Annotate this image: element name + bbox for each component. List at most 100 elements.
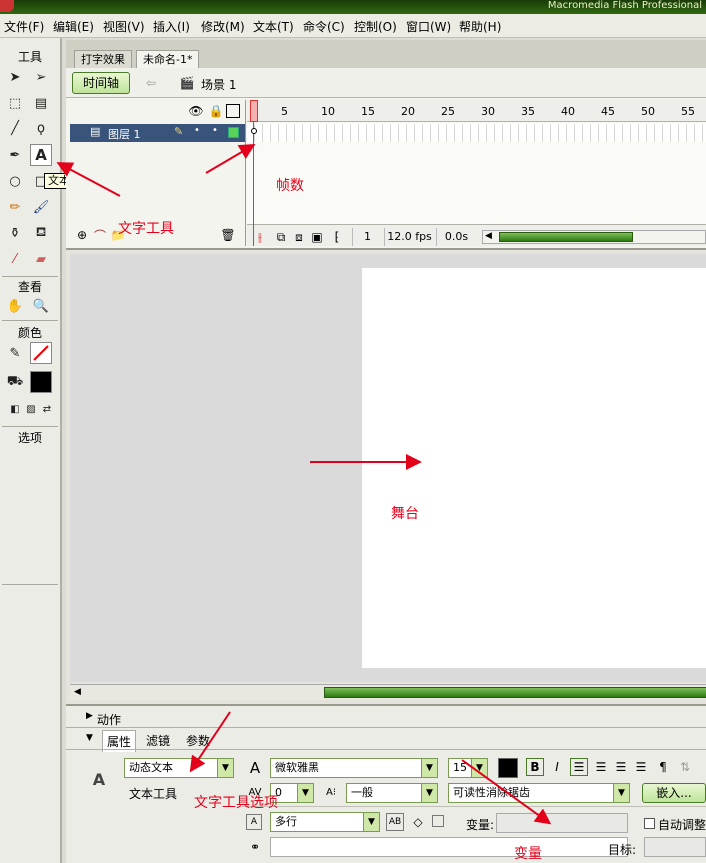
align-right-icon[interactable]: ☰ — [612, 758, 630, 776]
align-left-icon[interactable]: ☰ — [570, 758, 588, 776]
tab-filters[interactable]: 滤镜 — [146, 732, 170, 749]
collapse-arrow-icon[interactable]: ▼ — [86, 733, 93, 743]
scroll-left-icon[interactable]: ◀ — [485, 231, 492, 241]
eye-icon[interactable]: 👁 — [188, 104, 204, 118]
tab-typing-effect[interactable]: 打字效果 — [74, 50, 132, 68]
line-type-select[interactable]: 多行 ▼ — [270, 812, 380, 832]
tab-parameters[interactable]: 参数 — [186, 732, 210, 749]
pencil-tool-icon[interactable]: ✏ — [4, 196, 26, 218]
actions-bar[interactable]: ▶ 动作 — [66, 708, 706, 728]
zoom-tool-icon[interactable]: 🔍 — [30, 295, 52, 317]
expand-arrow-icon[interactable]: ▶ — [86, 711, 93, 721]
edit-multiple-icon[interactable]: ▣ — [310, 230, 324, 244]
stroke-color-icon[interactable]: ✎ — [4, 342, 26, 364]
menu-file[interactable]: 文件(F) — [4, 18, 44, 35]
add-guide-layer-icon[interactable]: ⌒ — [92, 228, 108, 243]
onion-skin-icon[interactable]: ⧉ — [274, 230, 288, 244]
text-color-swatch[interactable] — [498, 758, 518, 778]
eyedropper-icon[interactable]: ⁄ — [4, 248, 26, 270]
variable-field[interactable] — [496, 813, 628, 833]
brush-tool-icon[interactable]: 🖌 — [30, 196, 52, 218]
menu-window[interactable]: 窗口(W) — [406, 18, 451, 35]
onion-markers-icon[interactable]: ⁅ — [330, 230, 344, 244]
frame-number: 5 — [281, 105, 288, 118]
center-frame-icon[interactable]: ⫲ — [254, 230, 266, 244]
frames-pane — [247, 100, 706, 246]
paint-bucket-icon[interactable]: ⛾ — [30, 222, 52, 244]
menu-modify[interactable]: 修改(M) — [201, 18, 245, 35]
lasso-tool-icon[interactable]: ϙ — [30, 117, 52, 139]
stroke-color-swatch[interactable] — [30, 342, 52, 364]
stage[interactable] — [362, 268, 706, 668]
playhead[interactable] — [250, 100, 258, 246]
add-layer-icon[interactable]: ⊕ — [74, 228, 90, 242]
ink-bottle-icon[interactable]: ⚱ — [4, 222, 26, 244]
paragraph-icon[interactable]: ¶ — [654, 758, 672, 776]
visibility-dot[interactable]: • — [194, 125, 200, 136]
workspace-scrollbar[interactable]: ◀ — [70, 684, 706, 700]
back-arrow-icon[interactable]: ⇦ — [142, 74, 160, 92]
dropdown-arrow-icon[interactable]: ▼ — [363, 813, 379, 831]
hand-tool-icon[interactable]: ✋ — [4, 295, 26, 317]
menu-help[interactable]: 帮助(H) — [459, 18, 501, 35]
scroll-left-icon[interactable]: ◀ — [74, 687, 81, 697]
font-size-field[interactable]: 15 ▼ — [448, 758, 488, 778]
outline-icon[interactable] — [226, 104, 240, 118]
dropdown-arrow-icon[interactable]: ▼ — [613, 784, 629, 802]
dropdown-arrow-icon[interactable]: ▼ — [421, 784, 437, 802]
timeline-scrollbar[interactable]: ◀ — [482, 230, 706, 244]
antialias-select[interactable]: 可读性消除锯齿 ▼ — [448, 783, 630, 803]
auto-kern-checkbox[interactable] — [644, 818, 655, 829]
justify-icon[interactable]: ☰ — [632, 758, 650, 776]
text-direction-icon[interactable]: ⇅ — [676, 758, 694, 776]
frame-number: 45 — [601, 105, 615, 118]
trash-icon[interactable]: 🗑 — [220, 228, 236, 242]
text-tool-icon[interactable]: A — [30, 144, 52, 166]
gradient-transform-icon[interactable]: ▤ — [30, 92, 52, 114]
fill-color-icon[interactable]: ⛟ — [4, 371, 26, 393]
lock-icon[interactable]: 🔒 — [208, 104, 224, 118]
layer-color-box[interactable] — [228, 127, 239, 138]
bold-icon[interactable]: B — [526, 758, 544, 776]
annotation-text-tool-options: 文字工具选项 — [194, 795, 278, 811]
lock-dot[interactable]: • — [212, 125, 218, 136]
align-center-icon[interactable]: ☰ — [592, 758, 610, 776]
scroll-thumb[interactable] — [324, 687, 706, 698]
html-render-icon[interactable]: ◇ — [410, 813, 426, 831]
menu-insert[interactable]: 插入(I) — [153, 18, 190, 35]
baseline-select[interactable]: 一般 ▼ — [346, 783, 438, 803]
url-link-field[interactable] — [270, 837, 628, 857]
dropdown-arrow-icon[interactable]: ▼ — [471, 759, 487, 777]
dropdown-arrow-icon[interactable]: ▼ — [421, 759, 437, 777]
tab-untitled[interactable]: 未命名-1* — [136, 50, 200, 68]
onion-outline-icon[interactable]: ⧈ — [292, 230, 306, 244]
oval-tool-icon[interactable]: ○ — [4, 170, 26, 192]
layer-row[interactable]: ▤ 图层 1 ✎ • • — [70, 124, 245, 142]
timeline-button[interactable]: 时间轴 — [72, 72, 130, 94]
dropdown-arrow-icon[interactable]: ▼ — [217, 759, 233, 777]
fill-color-swatch[interactable] — [30, 371, 52, 393]
text-type-select[interactable]: 动态文本 ▼ — [124, 758, 234, 778]
menu-commands[interactable]: 命令(C) — [303, 18, 345, 35]
embed-button[interactable]: 嵌入... — [642, 783, 706, 803]
font-select[interactable]: 微软雅黑 ▼ — [270, 758, 438, 778]
menu-text[interactable]: 文本(T) — [253, 18, 294, 35]
swap-colors-icon[interactable]: ⇄ — [36, 398, 58, 420]
menu-view[interactable]: 视图(V) — [103, 18, 145, 35]
line-tool-icon[interactable]: ╱ — [4, 117, 26, 139]
menu-control[interactable]: 控制(O) — [354, 18, 397, 35]
menu-edit[interactable]: 编辑(E) — [53, 18, 94, 35]
pen-tool-icon[interactable]: ✒ — [4, 144, 26, 166]
dropdown-arrow-icon[interactable]: ▼ — [297, 784, 313, 802]
frame-row[interactable] — [247, 124, 706, 142]
selection-tool-icon[interactable]: ➤ — [4, 66, 26, 88]
italic-icon[interactable]: I — [548, 758, 566, 776]
scroll-thumb[interactable] — [499, 232, 633, 242]
free-transform-icon[interactable]: ⬚ — [4, 92, 26, 114]
subselection-tool-icon[interactable]: ➢ — [30, 66, 52, 88]
target-field[interactable] — [644, 837, 706, 857]
actions-label: 动作 — [97, 713, 122, 727]
eraser-icon[interactable]: ▰ — [30, 248, 52, 270]
selectable-icon[interactable]: AB — [386, 813, 404, 831]
border-toggle-icon[interactable] — [432, 815, 444, 827]
